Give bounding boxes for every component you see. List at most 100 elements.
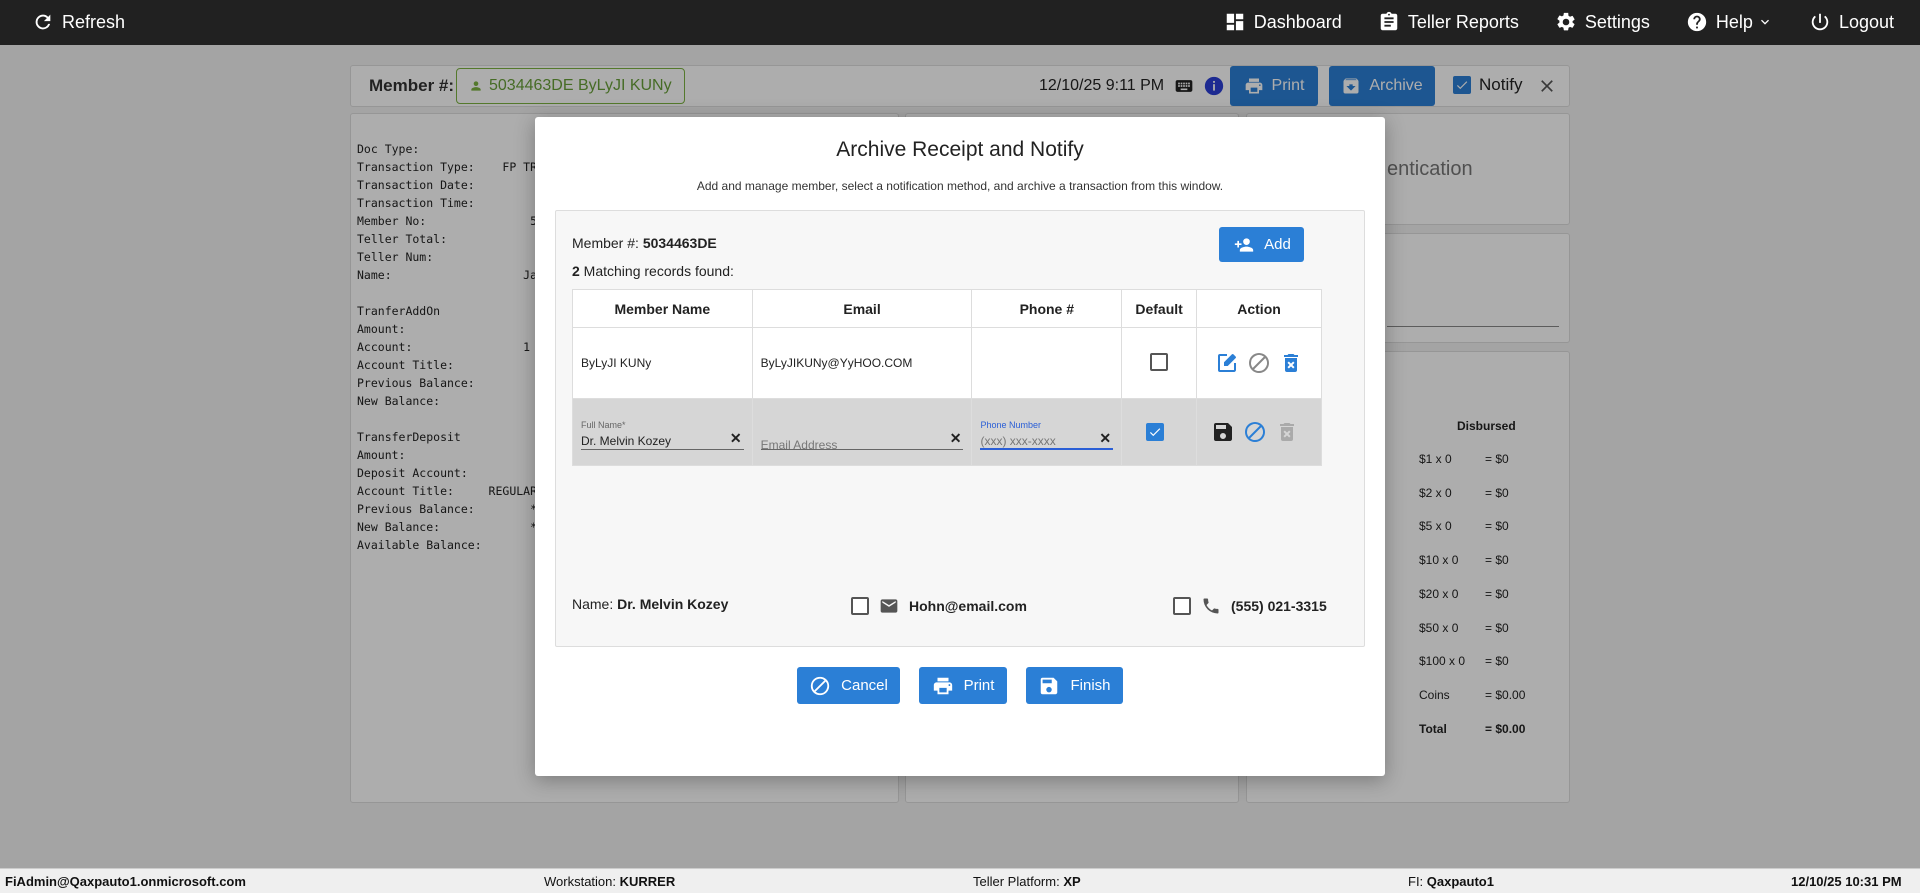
block-icon[interactable]	[1247, 351, 1271, 375]
dialog-member-label: Member #:	[572, 235, 639, 251]
status-platform-value: XP	[1063, 874, 1081, 889]
col-default: Default	[1121, 289, 1198, 328]
top-nav-bar: Refresh Dashboard Teller Reports Setting…	[0, 0, 1920, 45]
nav-settings-label: Settings	[1584, 11, 1650, 32]
table-header: Member Name Email Phone # Default Action	[572, 289, 1322, 328]
add-member-label: Add	[1264, 236, 1291, 253]
phone-placeholder: (xxx) xxx-xxxx	[980, 434, 1056, 448]
row2-actions	[1196, 398, 1322, 466]
matching-records: 2 Matching records found:	[572, 263, 734, 279]
clear-email-icon[interactable]: ✕	[950, 430, 962, 447]
help-icon	[1687, 12, 1707, 32]
row2-default-cell	[1121, 398, 1198, 466]
member-records-table: Member Name Email Phone # Default Action…	[572, 289, 1322, 466]
phone-notify-option[interactable]: (555) 021-3315	[1173, 596, 1327, 616]
gear-icon	[1557, 12, 1575, 31]
status-fi-label: FI:	[1408, 874, 1427, 889]
archive-notify-dialog: Archive Receipt and Notify Add and manag…	[535, 117, 1385, 776]
status-datetime: 12/10/25 10:31 PM	[1791, 874, 1902, 889]
email-notify-option[interactable]: Hohn@email.com	[851, 596, 1027, 616]
print-label: Print	[963, 677, 995, 694]
finish-label: Finish	[1070, 677, 1111, 694]
trash-disabled-icon	[1280, 423, 1295, 441]
nav-teller-reports-label: Teller Reports	[1407, 11, 1519, 32]
mail-icon	[880, 599, 898, 613]
selected-name: Name: Dr. Melvin Kozey	[572, 596, 728, 612]
col-action: Action	[1196, 289, 1322, 328]
nav-logout-label: Logout	[1838, 11, 1894, 32]
check-icon	[1150, 427, 1161, 436]
printer-icon	[933, 677, 952, 694]
clear-phone-icon[interactable]: ✕	[1099, 430, 1111, 447]
status-workstation-label: Workstation:	[544, 874, 620, 889]
col-phone: Phone #	[971, 289, 1123, 328]
record-count: 2	[572, 263, 580, 279]
clipboard-icon	[1380, 11, 1398, 31]
full-name-field[interactable]: Full Name* Dr. Melvin Kozey ✕	[581, 414, 744, 450]
refresh-icon	[35, 14, 51, 30]
refresh-button[interactable]: Refresh	[32, 11, 125, 33]
add-person-icon	[1234, 237, 1254, 252]
nav-teller-reports[interactable]: Teller Reports	[1378, 11, 1519, 33]
table-row: ByLyJI KUNy ByLyJIKUNy@YyHOO.COM	[572, 327, 1322, 399]
nav-menu: Dashboard Teller Reports Settings Help L…	[1224, 11, 1894, 33]
selected-name-value: Dr. Melvin Kozey	[617, 596, 729, 612]
clear-name-icon[interactable]: ✕	[730, 430, 742, 447]
dialog-body: Member #: 5034463DE 2 Matching records f…	[555, 210, 1365, 647]
print-button[interactable]: Print	[919, 667, 1007, 704]
table-row-editing: Full Name* Dr. Melvin Kozey ✕ Email Addr…	[572, 398, 1322, 466]
notify-phone: (555) 021-3315	[1231, 598, 1327, 614]
row2-email-cell: Email Address ✕	[751, 398, 973, 466]
phone-label: Phone Number	[980, 420, 1041, 430]
full-name-label: Full Name*	[581, 420, 626, 430]
cancel-label: Cancel	[841, 677, 888, 694]
nav-help[interactable]: Help	[1686, 11, 1773, 33]
edit-icon[interactable]	[1215, 351, 1239, 375]
nav-dashboard-label: Dashboard	[1253, 11, 1342, 32]
save-icon	[1041, 677, 1058, 694]
nav-logout[interactable]: Logout	[1809, 11, 1894, 33]
col-email: Email	[751, 289, 973, 328]
col-member-name: Member Name	[572, 289, 753, 328]
dialog-member-number: Member #: 5034463DE	[572, 235, 717, 251]
row1-actions	[1196, 327, 1322, 399]
status-platform: Teller Platform: XP	[973, 874, 1081, 889]
phone-field[interactable]: Phone Number (xxx) xxx-xxxx ✕	[980, 414, 1114, 450]
cancel-edit-icon[interactable]	[1243, 420, 1267, 444]
dialog-member-value: 5034463DE	[642, 235, 717, 251]
status-user: FiAdmin@Qaxpauto1.onmicrosoft.com	[5, 874, 246, 889]
trash-icon[interactable]	[1279, 351, 1303, 375]
phone-notify-checkbox[interactable]	[1173, 597, 1191, 615]
chevron-down-icon	[1760, 19, 1769, 25]
row1-default-cell	[1121, 327, 1198, 399]
dashboard-icon	[1226, 13, 1243, 31]
row1-default-checkbox[interactable]	[1150, 352, 1169, 371]
save-icon[interactable]	[1211, 420, 1235, 444]
email-notify-checkbox[interactable]	[851, 597, 869, 615]
status-workstation-value: KURRER	[619, 874, 676, 889]
selected-name-label: Name:	[572, 596, 614, 612]
row2-default-checkbox[interactable]	[1146, 422, 1165, 441]
status-platform-label: Teller Platform:	[973, 874, 1064, 889]
nav-settings[interactable]: Settings	[1555, 11, 1650, 33]
status-fi: FI: Qaxpauto1	[1408, 874, 1494, 889]
status-workstation: Workstation: KURRER	[544, 874, 675, 889]
phone-icon	[1203, 598, 1219, 614]
cancel-button[interactable]: Cancel	[797, 667, 900, 704]
power-icon	[1811, 13, 1829, 31]
email-placeholder: Email Address	[760, 438, 838, 452]
record-count-text: Matching records found:	[579, 263, 734, 279]
add-member-button[interactable]: Add	[1219, 227, 1304, 262]
row2-name-cell: Full Name* Dr. Melvin Kozey ✕	[572, 398, 753, 466]
row2-phone-cell: Phone Number (xxx) xxx-xxxx ✕	[971, 398, 1123, 466]
email-field[interactable]: Email Address ✕	[760, 414, 964, 452]
finish-button[interactable]: Finish	[1026, 667, 1123, 704]
status-fi-value: Qaxpauto1	[1426, 874, 1494, 889]
block-icon	[810, 676, 830, 695]
nav-dashboard[interactable]: Dashboard	[1224, 11, 1342, 33]
row1-name: ByLyJI KUNy	[572, 327, 753, 399]
full-name-value: Dr. Melvin Kozey	[581, 434, 672, 448]
refresh-label: Refresh	[62, 11, 126, 32]
dialog-subtitle: Add and manage member, select a notifica…	[696, 179, 1224, 193]
row1-phone	[971, 327, 1123, 399]
